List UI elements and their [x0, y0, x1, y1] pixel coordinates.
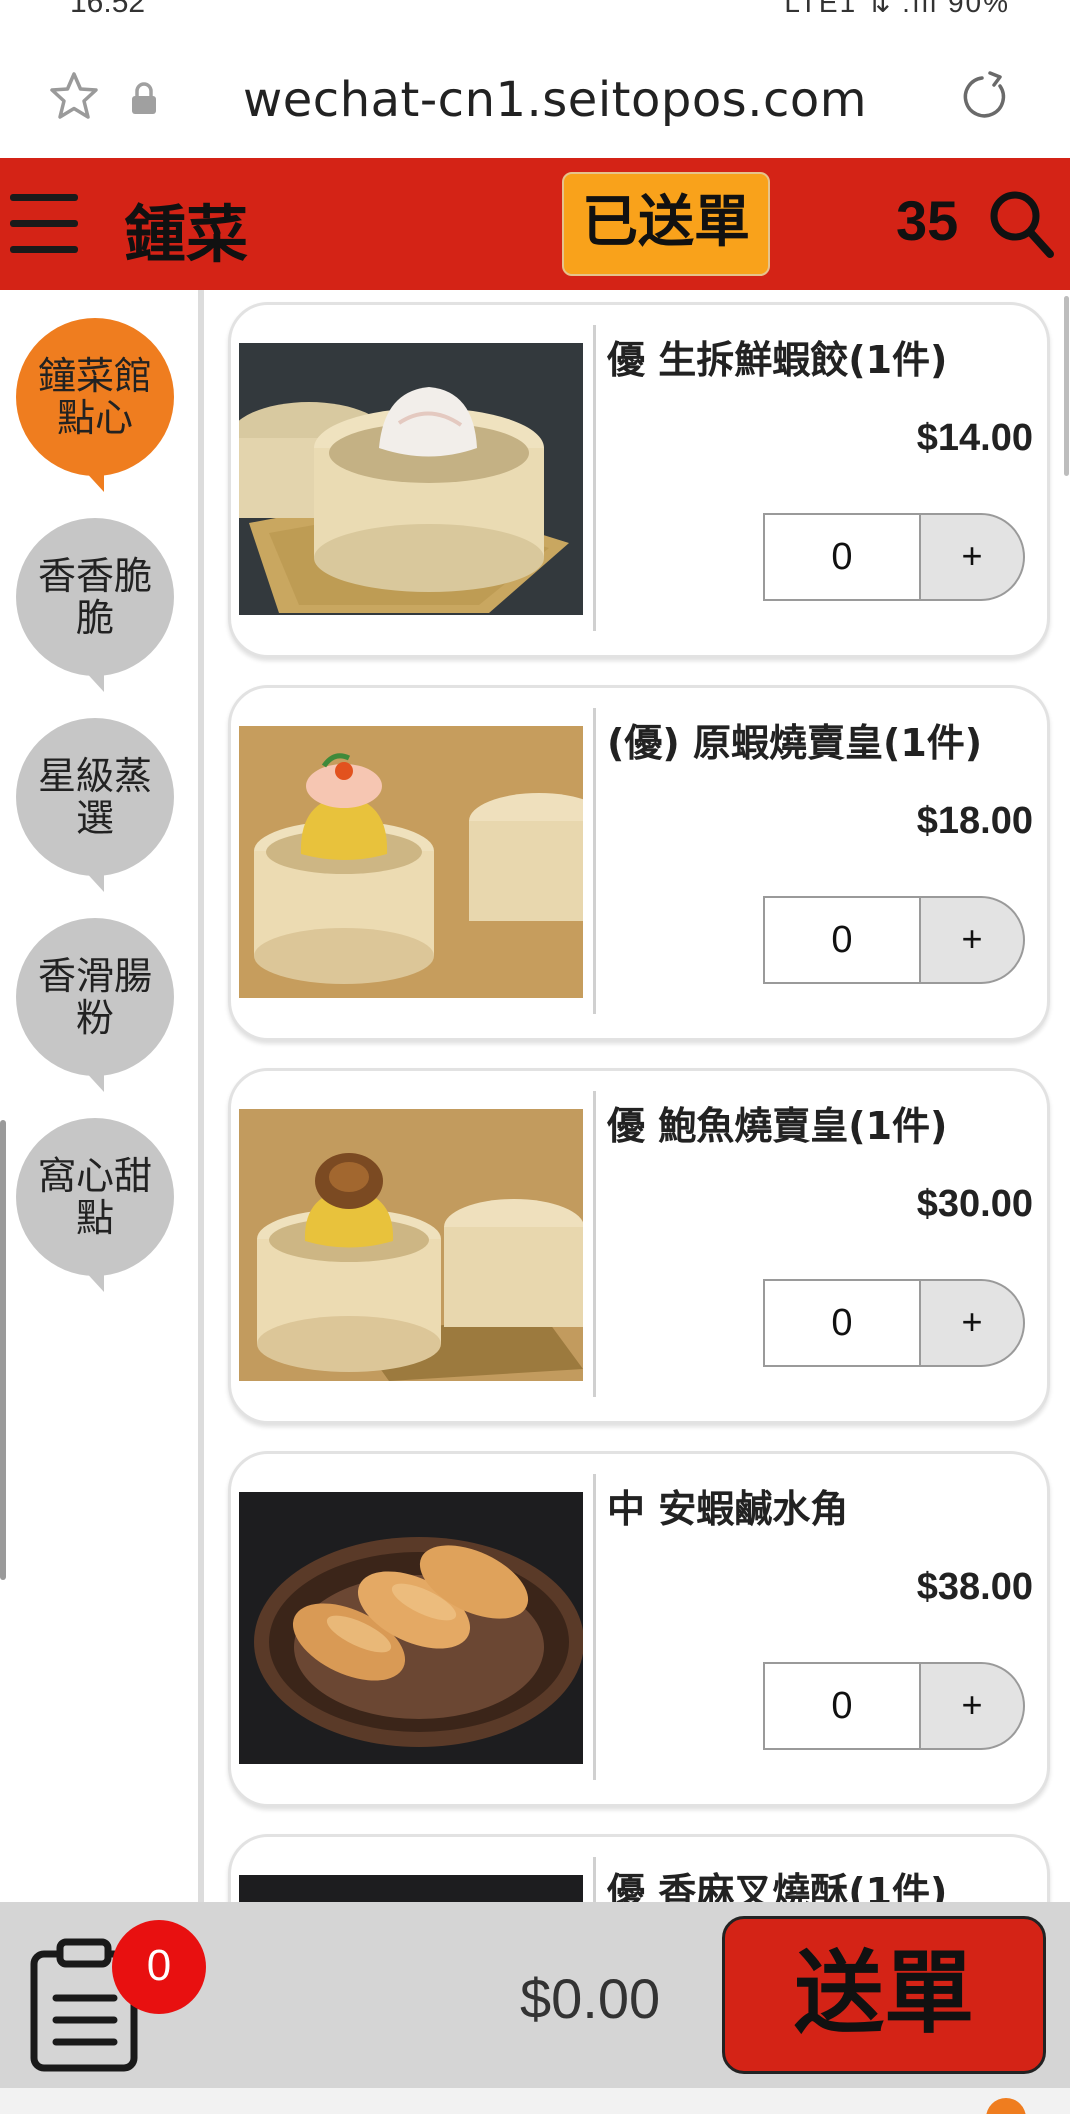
- card-divider: [593, 325, 596, 631]
- search-icon[interactable]: [986, 186, 1056, 260]
- menu-item-card[interactable]: 優 鮑魚燒賣皇(1件) $30.00 0 +: [228, 1068, 1050, 1424]
- card-divider: [593, 708, 596, 1014]
- table-number: 35: [896, 189, 959, 252]
- browser-url-bar: wechat-cn1.seitopos.com: [0, 14, 1070, 158]
- bookmark-star-icon[interactable]: [48, 70, 100, 122]
- edge-panel-handle[interactable]: [0, 1120, 6, 1580]
- category-steamed[interactable]: 星級蒸選: [16, 718, 174, 892]
- category-rice-rolls[interactable]: 香滑腸粉: [16, 918, 174, 1092]
- card-divider: [593, 1474, 596, 1780]
- item-photo-char-siu-pastry: [239, 1875, 583, 1902]
- quantity-input[interactable]: 0: [763, 1279, 921, 1367]
- item-name: (優) 原蝦燒賣皇(1件): [607, 721, 983, 765]
- floating-action-dot[interactable]: [986, 2098, 1026, 2114]
- order-footer: 0 $0.00 送單: [0, 1902, 1070, 2088]
- quantity-input[interactable]: 0: [763, 1662, 921, 1750]
- submit-order-button[interactable]: 送單: [722, 1916, 1046, 2074]
- item-name: 中 安蝦鹹水角: [607, 1487, 849, 1531]
- quantity-input[interactable]: 0: [763, 896, 921, 984]
- category-sidebar: 鐘菜館點心 香香脆脆 星級蒸選 香滑腸粉 窩心甜點: [0, 290, 198, 1902]
- menu-icon[interactable]: [10, 194, 78, 254]
- item-price: $18.00: [916, 800, 1033, 842]
- quantity-input[interactable]: 0: [763, 513, 921, 601]
- menu-item-list: 優 生拆鮮蝦餃(1件) $14.00 0 + (優) 原蝦燒賣皇(1件) $18…: [204, 290, 1070, 1902]
- card-divider: [593, 1857, 596, 1902]
- add-quantity-button[interactable]: +: [919, 1662, 1025, 1750]
- item-price: $30.00: [916, 1183, 1033, 1225]
- cart-count-badge: 0: [112, 1920, 206, 2014]
- item-photo-fried-dumplings: [239, 1492, 583, 1764]
- add-quantity-button[interactable]: +: [919, 513, 1025, 601]
- category-crispy[interactable]: 香香脆脆: [16, 518, 174, 692]
- bottom-strip: [0, 2088, 1070, 2114]
- menu-item-card[interactable]: 優 生拆鮮蝦餃(1件) $14.00 0 +: [228, 302, 1050, 658]
- menu-item-card[interactable]: 優 香麻叉燒酥(1件) 0 +: [228, 1834, 1050, 1902]
- card-divider: [593, 1091, 596, 1397]
- add-quantity-button[interactable]: +: [919, 896, 1025, 984]
- item-name: 優 香麻叉燒酥(1件): [607, 1870, 948, 1902]
- app-header: 鍾菜 已送單 35: [0, 158, 1070, 290]
- category-dim-sum[interactable]: 鐘菜館點心: [16, 318, 174, 492]
- item-photo-siu-mai: [239, 726, 583, 998]
- item-price: $38.00: [916, 1566, 1033, 1608]
- lock-icon: [132, 82, 156, 114]
- status-time: 16:52: [70, 0, 145, 14]
- item-photo-har-gow: [239, 343, 583, 615]
- sent-orders-button[interactable]: 已送單: [562, 172, 770, 276]
- item-name: 優 鮑魚燒賣皇(1件): [607, 1104, 948, 1148]
- reload-icon[interactable]: [960, 70, 1012, 122]
- status-indicators: LTE1 ⇅ .ıll 90%: [784, 0, 1010, 14]
- item-photo-abalone-siu-mai: [239, 1109, 583, 1381]
- item-name: 優 生拆鮮蝦餃(1件): [607, 338, 948, 382]
- menu-item-card[interactable]: 中 安蝦鹹水角 $38.00 0 +: [228, 1451, 1050, 1807]
- category-desserts[interactable]: 窩心甜點: [16, 1118, 174, 1292]
- url-text[interactable]: wechat-cn1.seitopos.com: [190, 72, 920, 128]
- menu-item-card[interactable]: (優) 原蝦燒賣皇(1件) $18.00 0 +: [228, 685, 1050, 1041]
- item-price: $14.00: [916, 417, 1033, 459]
- order-total: $0.00: [520, 1967, 661, 2030]
- add-quantity-button[interactable]: +: [919, 1279, 1025, 1367]
- store-name: 鍾菜: [124, 198, 249, 271]
- status-bar: 16:52 LTE1 ⇅ .ıll 90%: [0, 0, 1070, 14]
